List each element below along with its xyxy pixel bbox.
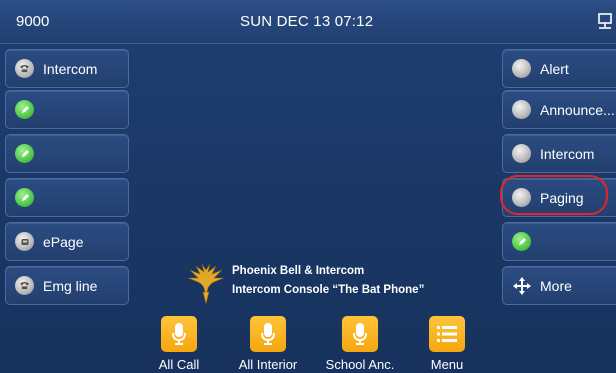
- line-key-label: Emg line: [43, 277, 98, 294]
- microphone-icon: [161, 316, 197, 352]
- extension-number: 9000: [16, 13, 50, 30]
- phone-icon: [15, 59, 34, 78]
- softkey-all-interior[interactable]: All Interior: [223, 316, 313, 373]
- network-icon: [596, 12, 616, 32]
- softkey-label: All Call: [158, 357, 200, 372]
- green-line-icon: [15, 100, 34, 119]
- brand-block: Phoenix Bell & Intercom Intercom Console…: [186, 262, 446, 308]
- phone-icon: [15, 276, 34, 295]
- page-icon: [15, 232, 34, 251]
- line-key-right-5[interactable]: [502, 222, 616, 261]
- grey-line-icon: [512, 59, 531, 78]
- line-key-intercom-right[interactable]: Intercom: [502, 134, 616, 173]
- microphone-icon: [250, 316, 286, 352]
- move-arrows-icon: [512, 276, 531, 295]
- microphone-icon: [342, 316, 378, 352]
- line-key-label: ePage: [43, 233, 84, 250]
- phoenix-logo-icon: [186, 262, 226, 306]
- line-key-emg-line[interactable]: Emg line: [5, 266, 129, 305]
- line-key-alert[interactable]: Alert: [502, 49, 616, 88]
- line-key-label: Intercom: [43, 60, 98, 77]
- line-key-label: Alert: [540, 60, 569, 77]
- softkey-label: School Anc.: [325, 357, 395, 372]
- grey-line-icon: [512, 100, 531, 119]
- green-line-icon: [15, 144, 34, 163]
- menu-list-icon: [429, 316, 465, 352]
- more-button[interactable]: More: [502, 266, 616, 305]
- brand-line-2: Intercom Console “The Bat Phone”: [232, 284, 425, 296]
- softkey-label: All Interior: [238, 357, 298, 372]
- softkey-school-anc[interactable]: School Anc.: [315, 316, 405, 373]
- line-key-3[interactable]: [5, 134, 129, 173]
- line-key-intercom[interactable]: Intercom: [5, 49, 129, 88]
- grey-line-icon: [512, 144, 531, 163]
- line-key-4[interactable]: [5, 178, 129, 217]
- line-key-label: More: [540, 277, 572, 294]
- softkey-all-call[interactable]: All Call: [134, 316, 224, 373]
- line-key-label: Intercom: [540, 145, 595, 162]
- softkey-menu[interactable]: Menu: [402, 316, 492, 373]
- line-key-announce[interactable]: Announce...: [502, 90, 616, 129]
- green-line-icon: [15, 188, 34, 207]
- green-line-icon: [512, 232, 531, 251]
- line-key-label: Announce...: [540, 101, 615, 118]
- date-time: SUN DEC 13 07:12: [240, 13, 374, 30]
- line-key-epage[interactable]: ePage: [5, 222, 129, 261]
- highlight-callout: [500, 175, 608, 215]
- softkey-label: Menu: [430, 357, 464, 372]
- brand-line-1: Phoenix Bell & Intercom: [232, 265, 365, 277]
- line-key-2[interactable]: [5, 90, 129, 129]
- status-bar: 9000 SUN DEC 13 07:12: [0, 0, 616, 44]
